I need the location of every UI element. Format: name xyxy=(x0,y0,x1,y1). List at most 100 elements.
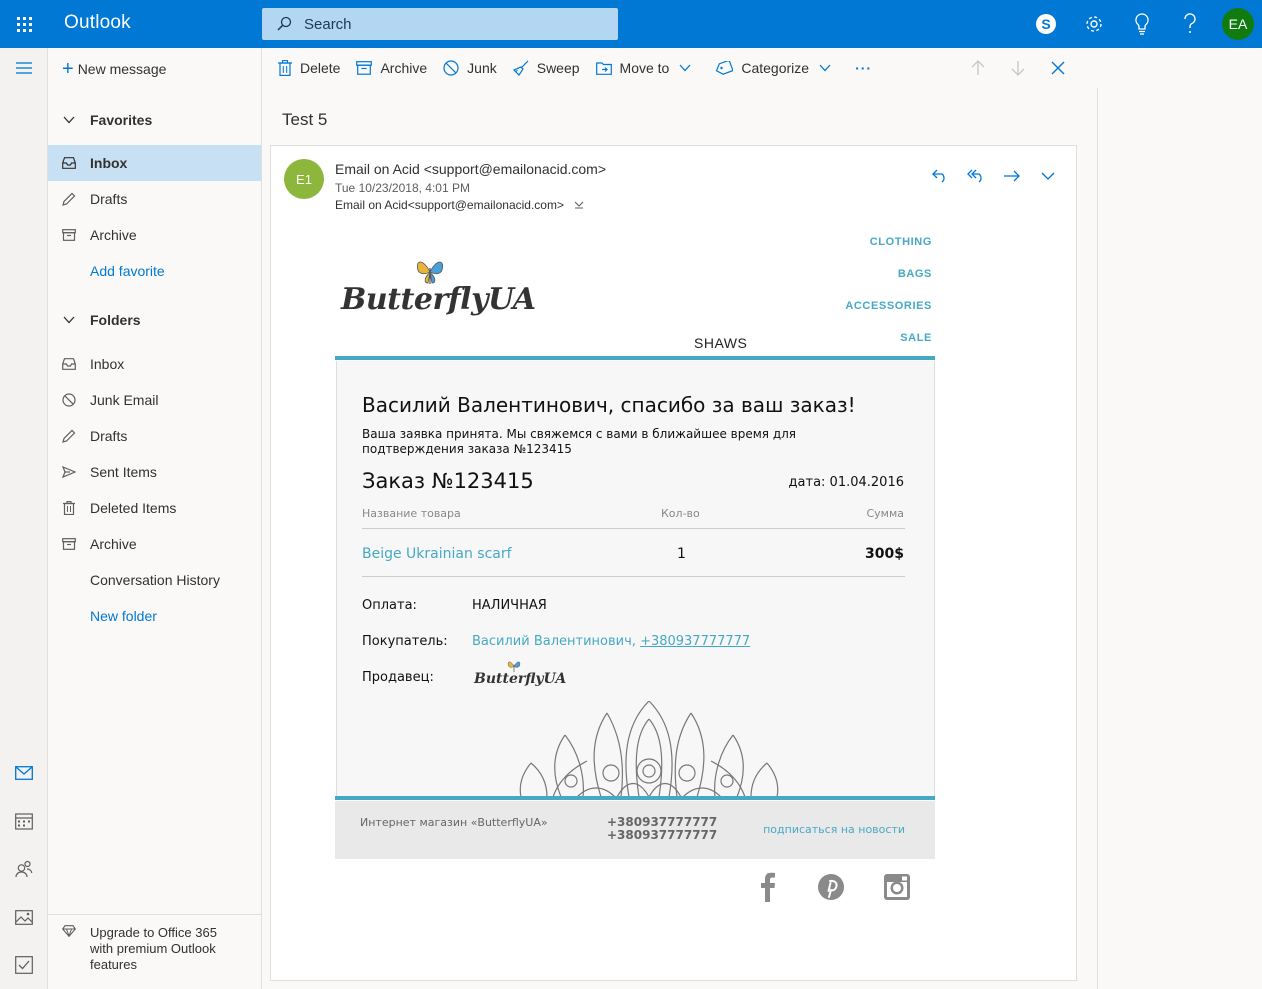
search-input[interactable]: Search xyxy=(304,16,352,33)
product-link[interactable]: Beige Ukrainian scarf xyxy=(362,546,512,562)
nav-clothing-link[interactable]: CLOTHING xyxy=(870,236,932,248)
tasks-icon[interactable] xyxy=(0,945,48,985)
buyer-name: Василий Валентинович, xyxy=(472,634,636,649)
favorite-item-drafts[interactable]: Drafts xyxy=(48,181,261,217)
buyer-phone-link[interactable]: +380937777777 xyxy=(640,634,750,649)
nav-bags-link[interactable]: BAGS xyxy=(898,268,932,280)
favorite-item-label: Drafts xyxy=(90,191,128,207)
archive-label: Archive xyxy=(380,60,428,76)
chevron-down-icon xyxy=(48,316,90,324)
people-icon[interactable] xyxy=(0,849,48,889)
app-title[interactable]: Outlook xyxy=(64,12,131,34)
folder-item-label: Drafts xyxy=(90,428,128,444)
favorite-item-label: Inbox xyxy=(90,155,128,171)
folder-item-junk[interactable]: Junk Email xyxy=(48,382,261,418)
reply-icon[interactable] xyxy=(922,160,958,192)
facebook-icon[interactable] xyxy=(753,870,783,904)
move-to-button[interactable]: Move to xyxy=(588,48,708,88)
new-folder-link[interactable]: New folder xyxy=(48,598,261,634)
settings-gear-icon[interactable] xyxy=(1070,0,1118,48)
folder-item-sent[interactable]: Sent Items xyxy=(48,454,261,490)
delete-button[interactable]: Delete xyxy=(270,48,348,88)
order-date: дата: 01.04.2016 xyxy=(788,475,904,490)
divider xyxy=(1097,88,1098,989)
mail-icon[interactable] xyxy=(0,753,48,793)
junk-label: Junk xyxy=(467,60,497,76)
chevron-down-icon xyxy=(679,64,691,72)
svg-text:S: S xyxy=(1041,16,1050,32)
folder-item-label: Archive xyxy=(90,536,137,552)
more-icon: ··· xyxy=(855,60,873,76)
upgrade-banner[interactable]: Upgrade to Office 365 with premium Outlo… xyxy=(48,914,262,973)
favorite-item-archive[interactable]: Archive xyxy=(48,217,261,253)
sender-avatar[interactable]: E1 xyxy=(284,159,324,199)
pencil-icon xyxy=(48,192,90,206)
photos-icon[interactable] xyxy=(0,897,48,937)
search-box[interactable]: Search xyxy=(262,8,618,40)
help-icon[interactable] xyxy=(1166,0,1214,48)
archive-icon xyxy=(48,229,90,241)
categorize-label: Categorize xyxy=(741,60,810,76)
subscribe-link[interactable]: подписаться на новости xyxy=(763,823,905,836)
app-launcher-icon[interactable] xyxy=(10,10,38,38)
new-folder-label: New folder xyxy=(90,608,157,624)
previous-message-arrow-icon[interactable] xyxy=(958,48,998,88)
seller-logo[interactable]: ButterflyUA xyxy=(472,659,566,695)
thank-you-heading: Василий Валентинович, спасибо за ваш зак… xyxy=(362,393,856,417)
recipient-line[interactable]: Email on Acid<support@emailonacid.com> xyxy=(335,198,584,212)
calendar-icon[interactable] xyxy=(0,801,48,841)
folder-item-label: Junk Email xyxy=(90,392,159,408)
upgrade-text: Upgrade to Office 365 with premium Outlo… xyxy=(90,925,217,972)
order-summary: Василий Валентинович, спасибо за ваш зак… xyxy=(336,361,935,797)
column-header-qty: Кол-во xyxy=(661,507,700,520)
accent-bar-top xyxy=(335,356,935,360)
favorites-label: Favorites xyxy=(90,112,153,128)
favorite-item-inbox[interactable]: Inbox xyxy=(48,145,261,181)
nav-sale-link[interactable]: SALE xyxy=(900,332,932,344)
column-header-sum: Сумма xyxy=(866,507,904,520)
folder-item-label: Sent Items xyxy=(90,464,157,480)
lightbulb-icon[interactable] xyxy=(1118,0,1166,48)
more-actions-button[interactable]: ··· xyxy=(847,48,880,88)
trash-icon xyxy=(48,501,90,515)
skype-icon[interactable]: S xyxy=(1022,0,1070,48)
categorize-button[interactable]: Categorize xyxy=(707,48,847,88)
folder-item-deleted[interactable]: Deleted Items xyxy=(48,490,261,526)
block-icon xyxy=(443,60,459,76)
folder-item-archive[interactable]: Archive xyxy=(48,526,261,562)
forward-icon[interactable] xyxy=(994,160,1030,192)
hamburger-menu-icon[interactable] xyxy=(0,48,48,88)
user-avatar[interactable]: EA xyxy=(1222,8,1254,40)
mandala-ornament xyxy=(519,701,779,797)
more-options-chevron-icon[interactable] xyxy=(1030,160,1066,192)
next-message-arrow-icon[interactable] xyxy=(998,48,1038,88)
chevron-down-icon xyxy=(819,64,831,72)
sweep-button[interactable]: Sweep xyxy=(505,48,588,88)
seller-label: Продавец: xyxy=(362,670,434,685)
diamond-icon xyxy=(48,925,90,973)
archive-icon xyxy=(48,538,90,550)
folder-item-inbox[interactable]: Inbox xyxy=(48,346,261,382)
instagram-icon[interactable] xyxy=(881,870,913,904)
folders-header[interactable]: Folders xyxy=(48,302,262,338)
new-message-button[interactable]: + New message xyxy=(62,58,166,80)
folder-item-conversation-history[interactable]: Conversation History xyxy=(48,562,261,598)
delete-label: Delete xyxy=(300,60,341,76)
close-icon[interactable] xyxy=(1038,48,1078,88)
folder-item-drafts[interactable]: Drafts xyxy=(48,418,261,454)
move-to-label: Move to xyxy=(619,60,670,76)
archive-button[interactable]: Archive xyxy=(348,48,435,88)
favorites-header[interactable]: Favorites xyxy=(48,102,262,138)
send-icon xyxy=(48,466,90,478)
junk-button[interactable]: Junk xyxy=(435,48,505,88)
reply-all-icon[interactable] xyxy=(958,160,994,192)
new-message-label: New message xyxy=(77,61,167,77)
archive-icon xyxy=(356,61,373,75)
nav-accessories-link[interactable]: ACCESSORIES xyxy=(845,300,932,312)
footer-phone[interactable]: +380937777777 xyxy=(607,829,717,842)
sender-name[interactable]: Email on Acid <support@emailonacid.com> xyxy=(335,161,606,177)
pinterest-icon[interactable] xyxy=(815,870,847,904)
add-favorite-link[interactable]: Add favorite xyxy=(48,253,261,289)
payment-value: НАЛИЧНАЯ xyxy=(472,598,547,613)
message-subject: Test 5 xyxy=(282,110,328,129)
